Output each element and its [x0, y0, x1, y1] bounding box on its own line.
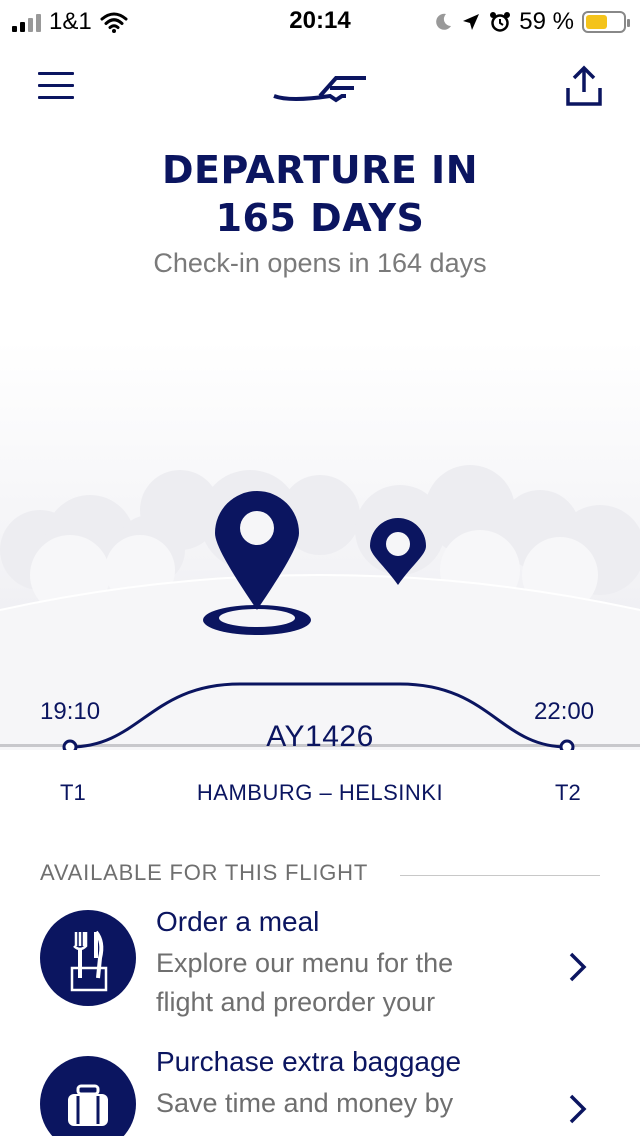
baggage-title: Purchase extra baggage — [156, 1046, 462, 1077]
extra-baggage-card[interactable]: Purchase extra baggage Save time and mon… — [0, 1046, 640, 1136]
finnair-logo — [273, 76, 366, 103]
departure-title-line1: DEPARTURE IN — [162, 148, 478, 192]
meal-description: Explore our menu for the flight and preo… — [156, 948, 454, 1017]
section-title: AVAILABLE FOR THIS FLIGHT — [40, 860, 369, 885]
departure-header: DEPARTURE IN 165 DAYS Check-in opens in … — [0, 146, 640, 279]
chevron-right-icon — [569, 1094, 587, 1124]
share-icon[interactable] — [564, 64, 604, 108]
flight-number: AY1426 — [266, 720, 374, 753]
top-nav — [0, 58, 640, 114]
status-bar: 1&1 20:14 59 % — [0, 0, 640, 40]
alarm-icon — [490, 12, 511, 32]
flight-illustration — [0, 340, 640, 750]
location-arrow-icon — [463, 14, 480, 30]
menu-button[interactable] — [38, 72, 74, 100]
departure-title-line2: 165 DAYS — [215, 196, 425, 240]
section-divider — [400, 875, 600, 876]
battery-icon — [582, 11, 630, 33]
checkin-subtitle: Check-in opens in 164 days — [153, 248, 487, 278]
chevron-right-icon — [569, 952, 587, 982]
baggage-icon — [40, 1056, 136, 1136]
baggage-description: Save time and money by — [156, 1088, 454, 1118]
moon-icon — [436, 13, 452, 30]
meal-title: Order a meal — [156, 906, 320, 937]
battery-percent: 59 % — [519, 8, 574, 35]
order-meal-card[interactable]: Order a meal Explore our menu for the fl… — [0, 906, 640, 1036]
meal-icon — [40, 910, 136, 1006]
status-right: 59 % — [433, 8, 630, 36]
flight-route: HAMBURG – HELSINKI — [196, 780, 444, 805]
